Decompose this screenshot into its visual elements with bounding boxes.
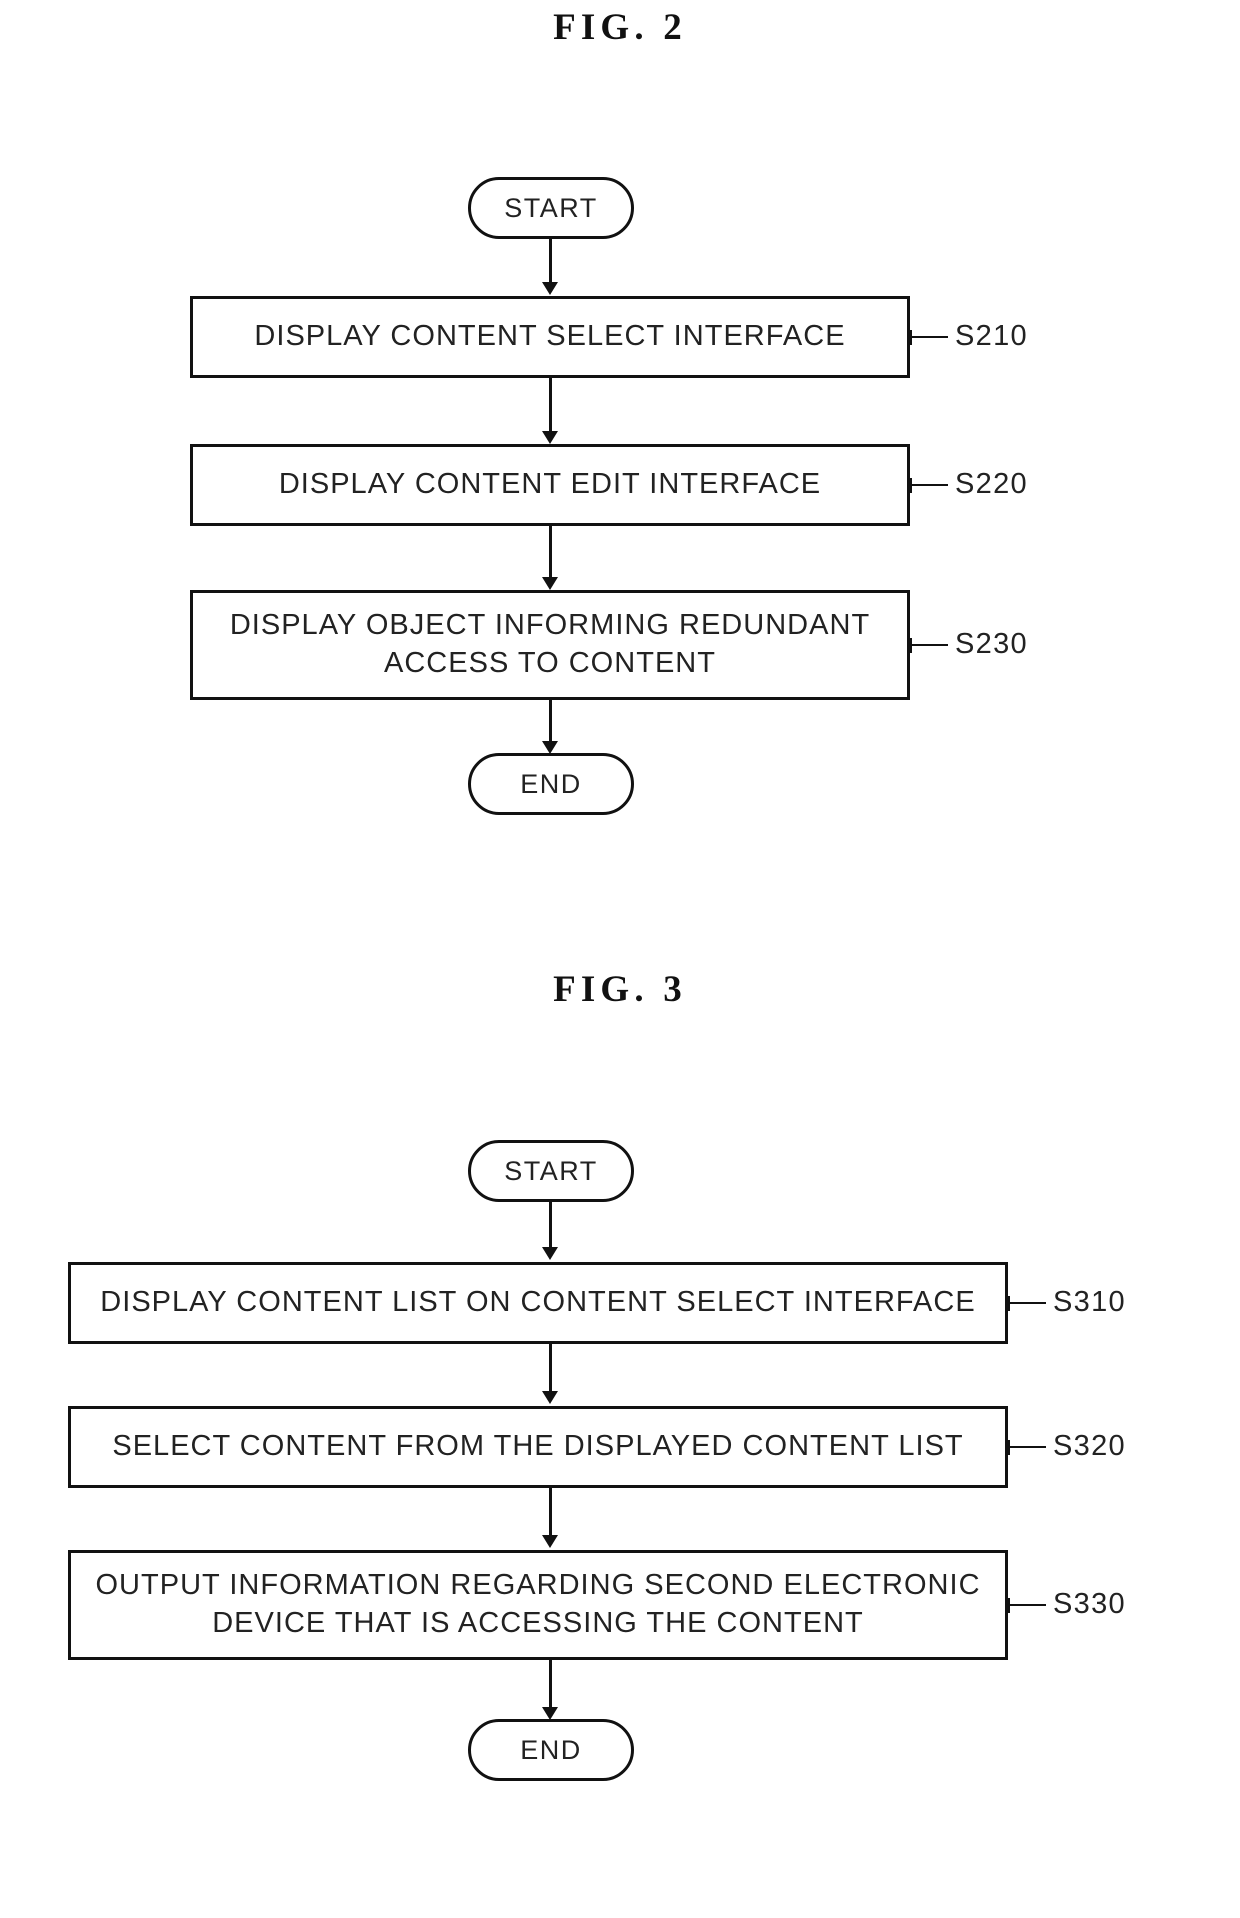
fig2-arrowhead-start-to-s210 bbox=[542, 282, 558, 295]
fig2-end-terminator: END bbox=[468, 753, 634, 815]
fig2-s210-leader-line bbox=[910, 336, 948, 338]
fig3-s320-leader-line bbox=[1008, 1446, 1046, 1448]
fig3-end-label: END bbox=[520, 1734, 582, 1765]
fig2-step-s220-text: DISPLAY CONTENT EDIT INTERFACE bbox=[278, 468, 822, 501]
fig2-step-s230-text-line1: DISPLAY OBJECT INFORMING REDUNDANT bbox=[229, 609, 871, 642]
fig2-arrowhead-s210-to-s220 bbox=[542, 431, 558, 444]
fig3-step-s310-ref: S310 bbox=[1053, 1286, 1126, 1318]
fig2-s220-leader-line bbox=[910, 484, 948, 486]
fig3-end-terminator: END bbox=[468, 1719, 634, 1781]
fig3-step-s310-box: DISPLAY CONTENT LIST ON CONTENT SELECT I… bbox=[68, 1262, 1008, 1344]
fig2-connector-s210-to-s220 bbox=[549, 378, 552, 432]
fig3-connector-s330-to-end bbox=[549, 1660, 552, 1708]
fig3-step-s320-box: SELECT CONTENT FROM THE DISPLAYED CONTEN… bbox=[68, 1406, 1008, 1488]
fig2-end-label: END bbox=[520, 768, 582, 799]
fig3-step-s330-ref: S330 bbox=[1053, 1588, 1126, 1620]
fig3-step-s330-box: OUTPUT INFORMATION REGARDING SECOND ELEC… bbox=[68, 1550, 1008, 1660]
fig2-connector-start-to-s210 bbox=[549, 239, 552, 283]
patent-drawing-sheet: FIG. 2 START DISPLAY CONTENT SELECT INTE… bbox=[0, 0, 1240, 1918]
fig3-connector-s310-to-s320 bbox=[549, 1344, 552, 1392]
fig3-connector-start-to-s310 bbox=[549, 1202, 552, 1248]
fig3-step-s330-text-line1: OUTPUT INFORMATION REGARDING SECOND ELEC… bbox=[95, 1569, 981, 1602]
fig3-arrowhead-start-to-s310 bbox=[542, 1247, 558, 1260]
fig3-step-s320-ref: S320 bbox=[1053, 1430, 1126, 1462]
fig3-start-terminator: START bbox=[468, 1140, 634, 1202]
fig3-connector-s320-to-s330 bbox=[549, 1488, 552, 1536]
figure-3-title: FIG. 3 bbox=[553, 969, 687, 1010]
figure-2-title: FIG. 2 bbox=[553, 7, 687, 48]
fig2-step-s210-box: DISPLAY CONTENT SELECT INTERFACE bbox=[190, 296, 910, 378]
fig2-step-s230-ref: S230 bbox=[955, 628, 1028, 660]
fig3-s330-leader-line bbox=[1008, 1604, 1046, 1606]
fig2-connector-s220-to-s230 bbox=[549, 526, 552, 578]
fig3-s310-leader-line bbox=[1008, 1302, 1046, 1304]
fig3-arrowhead-s320-to-s330 bbox=[542, 1535, 558, 1548]
fig3-start-label: START bbox=[504, 1155, 598, 1186]
fig2-start-label: START bbox=[504, 192, 598, 223]
fig2-step-s230-text-line2: ACCESS TO CONTENT bbox=[383, 647, 716, 679]
fig2-step-s220-box: DISPLAY CONTENT EDIT INTERFACE bbox=[190, 444, 910, 526]
fig2-step-s210-ref: S210 bbox=[955, 320, 1028, 352]
fig3-step-s320-text: SELECT CONTENT FROM THE DISPLAYED CONTEN… bbox=[112, 1430, 964, 1463]
fig3-step-s330-text-line2: DEVICE THAT IS ACCESSING THE CONTENT bbox=[212, 1607, 864, 1639]
fig2-connector-s230-to-end bbox=[549, 700, 552, 742]
fig2-s230-leader-line bbox=[910, 644, 948, 646]
fig3-arrowhead-s310-to-s320 bbox=[542, 1391, 558, 1404]
fig2-start-terminator: START bbox=[468, 177, 634, 239]
fig2-step-s230-box: DISPLAY OBJECT INFORMING REDUNDANT ACCES… bbox=[190, 590, 910, 700]
fig2-step-s220-ref: S220 bbox=[955, 468, 1028, 500]
fig3-step-s310-text: DISPLAY CONTENT LIST ON CONTENT SELECT I… bbox=[100, 1286, 976, 1319]
fig2-step-s210-text: DISPLAY CONTENT SELECT INTERFACE bbox=[254, 320, 846, 353]
fig2-arrowhead-s220-to-s230 bbox=[542, 577, 558, 590]
